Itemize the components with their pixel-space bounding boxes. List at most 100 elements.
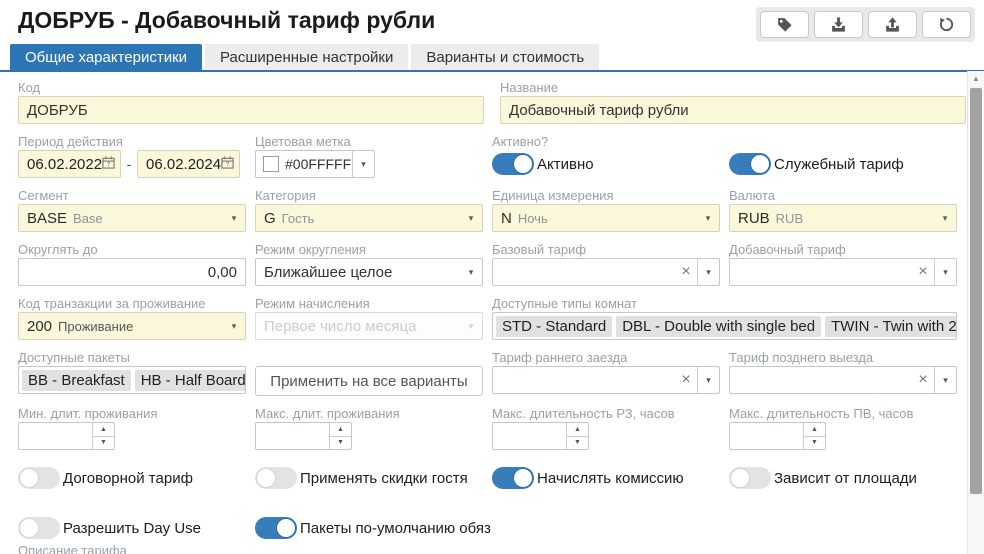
- tab-bar: Общие характеристики Расширенные настрой…: [0, 44, 984, 72]
- clear-icon[interactable]: ×: [675, 259, 697, 285]
- package-chip[interactable]: BB - Breakfast: [22, 370, 131, 391]
- tab-general[interactable]: Общие характеристики: [10, 44, 202, 70]
- scroll-up-icon[interactable]: ▲: [968, 71, 984, 86]
- spin-up-icon[interactable]: ▲: [330, 423, 351, 437]
- unit-label: Единица измерения: [492, 188, 720, 204]
- round-mode-field: Режим округления Ближайшее целое ▾: [255, 242, 483, 286]
- calendar-icon[interactable]: 7: [102, 156, 115, 173]
- max-stay-input[interactable]: [256, 423, 329, 449]
- period-from-input[interactable]: 06.02.2022 7: [18, 150, 121, 178]
- color-mark-select[interactable]: #00FFFFFF ▾: [255, 150, 375, 178]
- transaction-code-code: 200: [27, 318, 52, 335]
- round-mode-label: Режим округления: [255, 242, 483, 258]
- max-early-hours-input[interactable]: [493, 423, 566, 449]
- chevron-down-icon[interactable]: ▾: [223, 205, 245, 231]
- period-to-value: 06.02.2024: [146, 156, 221, 173]
- unit-field: Единица измерения NНочь ▾: [492, 188, 720, 232]
- max-early-hours-stepper[interactable]: ▲▼: [492, 422, 589, 450]
- round-mode-value: Ближайшее целое: [264, 264, 392, 281]
- add-tariff-select[interactable]: × ▾: [729, 258, 957, 286]
- spin-down-icon[interactable]: ▼: [330, 437, 351, 450]
- late-checkout-field: Тариф позднего выезда × ▾: [729, 350, 957, 396]
- transaction-code-select[interactable]: 200Проживание ▾: [18, 312, 246, 340]
- packages-tags[interactable]: BB - Breakfast HB - Half Board FB -: [18, 366, 246, 394]
- area-dependent-toggle[interactable]: [729, 467, 771, 489]
- contract-tariff-toggle[interactable]: [18, 467, 60, 489]
- max-early-hours-field: Макс. длительность РЗ, часов ▲▼: [492, 406, 720, 450]
- contract-tariff-label: Договорной тариф: [63, 470, 193, 487]
- color-swatch[interactable]: [263, 156, 279, 172]
- period-label: Период действия: [18, 134, 246, 150]
- currency-select[interactable]: RUBRUB ▾: [729, 204, 957, 232]
- room-types-tags[interactable]: STD - Standard DBL - Double with single …: [492, 312, 957, 340]
- day-use-label: Разрешить Day Use: [63, 520, 201, 537]
- history-button[interactable]: [922, 11, 971, 38]
- calendar-icon[interactable]: 7: [221, 156, 234, 173]
- max-stay-stepper[interactable]: ▲▼: [255, 422, 352, 450]
- min-stay-stepper[interactable]: ▲▼: [18, 422, 115, 450]
- chevron-down-icon[interactable]: ▾: [460, 205, 482, 231]
- room-type-chip[interactable]: TWIN - Twin with 2 beds: [825, 316, 957, 337]
- day-use-toggle[interactable]: [18, 517, 60, 539]
- spin-up-icon[interactable]: ▲: [93, 423, 114, 437]
- early-checkin-select[interactable]: × ▾: [492, 366, 720, 394]
- chevron-down-icon[interactable]: ▾: [697, 367, 719, 393]
- round-to-input[interactable]: [19, 259, 245, 285]
- spin-down-icon[interactable]: ▼: [804, 437, 825, 450]
- period-to-input[interactable]: 06.02.2024 7: [137, 150, 240, 178]
- tab-advanced[interactable]: Расширенные настройки: [205, 44, 408, 70]
- clear-icon[interactable]: ×: [912, 259, 934, 285]
- default-packages-toggle[interactable]: [255, 517, 297, 539]
- contract-tariff-field: Договорной тариф: [18, 464, 246, 492]
- code-input[interactable]: [19, 97, 483, 123]
- base-tariff-field: Базовый тариф × ▾: [492, 242, 720, 286]
- active-toggle[interactable]: [492, 153, 534, 175]
- segment-select[interactable]: BASEBase ▾: [18, 204, 246, 232]
- min-stay-label: Мин. длит. проживания: [18, 406, 246, 422]
- tab-variants[interactable]: Варианты и стоимость: [411, 44, 599, 70]
- round-mode-select[interactable]: Ближайшее целое ▾: [255, 258, 483, 286]
- spin-down-icon[interactable]: ▼: [93, 437, 114, 450]
- unit-select[interactable]: NНочь ▾: [492, 204, 720, 232]
- chevron-down-icon[interactable]: ▾: [223, 313, 245, 339]
- room-type-chip[interactable]: DBL - Double with single bed: [616, 316, 821, 337]
- chevron-down-icon[interactable]: ▾: [460, 259, 482, 285]
- chevron-down-icon[interactable]: ▾: [352, 151, 374, 177]
- room-type-chip[interactable]: STD - Standard: [496, 316, 612, 337]
- clear-icon[interactable]: ×: [912, 367, 934, 393]
- upload-button[interactable]: [868, 11, 917, 38]
- name-input[interactable]: [501, 97, 965, 123]
- clear-icon[interactable]: ×: [675, 367, 697, 393]
- min-stay-input[interactable]: [19, 423, 92, 449]
- chevron-down-icon[interactable]: ▾: [934, 205, 956, 231]
- max-early-hours-label: Макс. длительность РЗ, часов: [492, 406, 720, 422]
- category-desc: Гость: [282, 211, 315, 226]
- chevron-down-icon[interactable]: ▾: [934, 367, 956, 393]
- guest-discounts-toggle[interactable]: [255, 467, 297, 489]
- base-tariff-label: Базовый тариф: [492, 242, 720, 258]
- active-label: Активно?: [492, 134, 720, 150]
- max-late-hours-input[interactable]: [730, 423, 803, 449]
- scrollbar-thumb[interactable]: [970, 88, 982, 494]
- commission-toggle[interactable]: [492, 467, 534, 489]
- spin-up-icon[interactable]: ▲: [804, 423, 825, 437]
- max-late-hours-stepper[interactable]: ▲▼: [729, 422, 826, 450]
- base-tariff-select[interactable]: × ▾: [492, 258, 720, 286]
- description-field: Описание тарифа: [18, 543, 984, 554]
- tag-button[interactable]: [760, 11, 809, 38]
- apply-all-variants-button[interactable]: Применить на все варианты: [255, 366, 483, 396]
- segment-field: Сегмент BASEBase ▾: [18, 188, 246, 232]
- category-label: Категория: [255, 188, 483, 204]
- late-checkout-select[interactable]: × ▾: [729, 366, 957, 394]
- spin-up-icon[interactable]: ▲: [567, 423, 588, 437]
- service-tariff-toggle[interactable]: [729, 153, 771, 175]
- chevron-down-icon[interactable]: ▾: [934, 259, 956, 285]
- download-button[interactable]: [814, 11, 863, 38]
- chevron-down-icon[interactable]: ▾: [697, 205, 719, 231]
- vertical-scrollbar[interactable]: ▲: [967, 71, 984, 554]
- spin-down-icon[interactable]: ▼: [567, 437, 588, 450]
- chevron-down-icon[interactable]: ▾: [697, 259, 719, 285]
- package-chip[interactable]: HB - Half Board: [135, 370, 246, 391]
- history-icon: [938, 16, 955, 33]
- category-select[interactable]: GГость ▾: [255, 204, 483, 232]
